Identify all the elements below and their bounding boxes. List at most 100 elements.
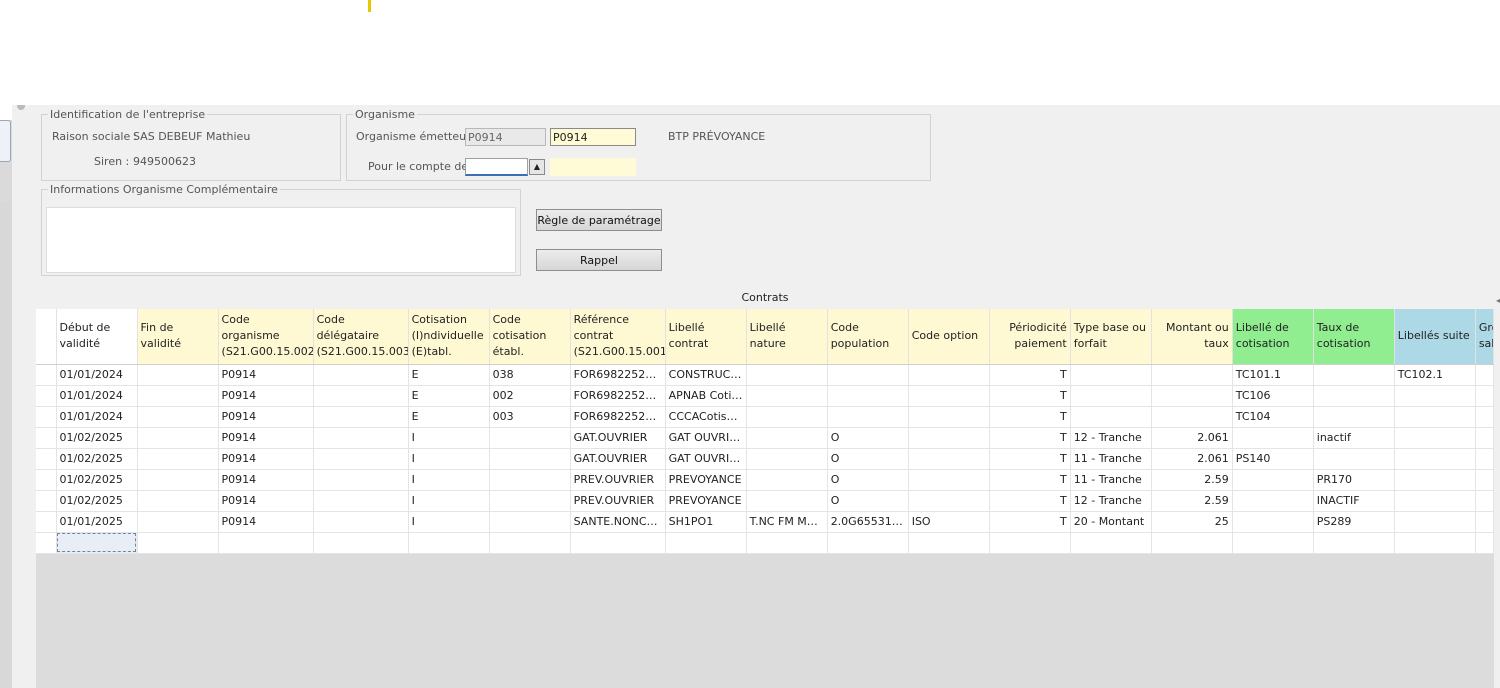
table-cell[interactable] (1313, 448, 1395, 470)
table-cell[interactable] (1475, 468, 1495, 491)
table-cell[interactable]: 2.59 (1151, 490, 1233, 512)
table-cell[interactable] (408, 531, 490, 554)
table-cell[interactable] (1232, 468, 1314, 491)
table-row[interactable]: 01/02/2025 P0914 I PREV.OUVRIER PREVOYANCE O T… (36, 490, 1495, 512)
table-cell[interactable]: 11 - Tranche (1070, 448, 1152, 470)
rappel-button[interactable]: Rappel (536, 249, 662, 271)
table-cell[interactable]: T (989, 468, 1071, 491)
table-cell[interactable] (908, 468, 990, 491)
table-cell[interactable] (1475, 385, 1495, 407)
table-cell[interactable]: T (989, 406, 1071, 428)
table-cell[interactable]: 01/01/2024 (56, 406, 138, 428)
table-cell[interactable] (908, 385, 990, 407)
column-header[interactable]: Fin de validité (137, 309, 219, 365)
table-cell[interactable]: FOR69822521.CONSTRUC (570, 364, 666, 386)
table-cell[interactable] (489, 531, 571, 554)
table-cell[interactable]: PS289 (1313, 510, 1395, 533)
table-cell[interactable] (1475, 406, 1495, 428)
table-cell[interactable]: 11 - Tranche (1070, 468, 1152, 491)
table-cell[interactable]: inactif (1313, 426, 1395, 449)
table-cell[interactable]: I (408, 490, 490, 512)
table-cell[interactable]: TC102.1 (1394, 364, 1476, 386)
column-header[interactable]: Libellés suite (1394, 309, 1476, 365)
table-cell[interactable]: I (408, 426, 490, 449)
table-cell[interactable]: T (989, 385, 1071, 407)
table-cell[interactable]: O (827, 490, 909, 512)
column-header[interactable]: Taux de cotisation (1313, 309, 1395, 365)
table-cell[interactable]: 003 (489, 406, 571, 428)
on-behalf-of-spin-up[interactable]: ▲ (529, 159, 545, 175)
table-cell[interactable]: 12 - Tranche (1070, 426, 1152, 449)
table-cell[interactable]: O (827, 426, 909, 449)
table-cell[interactable] (908, 448, 990, 470)
table-cell[interactable]: FOR69822521.CCCA (570, 406, 666, 428)
table-cell[interactable] (218, 531, 314, 554)
table-cell[interactable] (908, 531, 990, 554)
table-cell[interactable] (137, 364, 219, 386)
table-cell[interactable]: T (989, 364, 1071, 386)
table-cell[interactable]: GAT.OUVRIER (570, 448, 666, 470)
table-cell[interactable] (137, 385, 219, 407)
row-indicator[interactable] (36, 510, 57, 533)
table-cell[interactable]: P0914 (218, 490, 314, 512)
table-cell[interactable] (1232, 531, 1314, 554)
table-cell[interactable] (313, 531, 409, 554)
table-cell[interactable] (1394, 510, 1476, 533)
table-cell[interactable] (989, 531, 1071, 554)
table-cell[interactable]: GAT OUVRIER (665, 448, 747, 470)
table-cell[interactable] (827, 406, 909, 428)
table-cell[interactable]: E (408, 406, 490, 428)
table-cell[interactable] (1313, 406, 1395, 428)
table-cell[interactable]: GAT.OUVRIER (570, 426, 666, 449)
table-cell[interactable]: O (827, 448, 909, 470)
row-indicator[interactable] (36, 490, 57, 512)
table-cell[interactable] (1394, 490, 1476, 512)
table-cell[interactable] (1313, 364, 1395, 386)
table-cell[interactable] (1475, 531, 1495, 554)
table-cell[interactable] (1151, 531, 1233, 554)
table-cell[interactable] (827, 531, 909, 554)
table-cell[interactable] (908, 490, 990, 512)
table-cell[interactable]: 2.0G65531.NC (827, 510, 909, 533)
table-cell[interactable]: 01/02/2025 (56, 448, 138, 470)
table-cell[interactable] (313, 406, 409, 428)
table-cell[interactable]: P0914 (218, 385, 314, 407)
table-cell[interactable] (908, 364, 990, 386)
table-cell[interactable]: E (408, 385, 490, 407)
row-indicator[interactable] (36, 364, 57, 386)
table-cell[interactable] (746, 490, 828, 512)
table-cell[interactable] (489, 510, 571, 533)
table-cell[interactable]: 2.061 (1151, 426, 1233, 449)
column-header[interactable]: Code délégataire (S21.G00.15.003) (313, 309, 409, 365)
on-behalf-of-detail-field[interactable] (550, 158, 636, 176)
table-row[interactable]: 01/02/2025 P0914 I PREV.OUVRIER PREVOYANCE O T… (36, 468, 1495, 491)
table-cell[interactable]: T (989, 448, 1071, 470)
table-cell[interactable] (313, 364, 409, 386)
row-indicator[interactable] (36, 468, 57, 491)
table-row[interactable]: 01/02/2025 P0914 I GAT.OUVRIER GAT OUVRIER O T… (36, 448, 1495, 470)
table-cell[interactable] (1313, 531, 1395, 554)
table-row[interactable]: 01/01/2024 P0914 E002FOR69822521.APNABAPNA… (36, 385, 1495, 407)
table-cell[interactable]: 2.59 (1151, 468, 1233, 491)
table-cell[interactable] (1475, 426, 1495, 449)
table-cell[interactable] (137, 531, 219, 554)
row-indicator[interactable] (36, 385, 57, 407)
table-cell[interactable] (908, 426, 990, 449)
table-cell[interactable]: APNAB Cotisation (665, 385, 747, 407)
table-cell[interactable] (1151, 406, 1233, 428)
table-row[interactable]: 01/01/2025 P0914 I SANTE.NONCADRESH1PO1T.NC… (36, 510, 1495, 533)
table-cell[interactable]: P0914 (218, 510, 314, 533)
table-cell[interactable]: SH1PO1 (665, 510, 747, 533)
table-cell[interactable]: 01/02/2025 (56, 468, 138, 491)
column-header[interactable]: Libellé nature (746, 309, 828, 365)
on-behalf-of-input[interactable] (465, 158, 528, 176)
column-header[interactable]: Montant ou taux (1151, 309, 1233, 365)
table-cell[interactable] (746, 531, 828, 554)
table-cell[interactable] (1070, 406, 1152, 428)
table-cell[interactable]: 01/01/2025 (56, 510, 138, 533)
table-cell[interactable]: 038 (489, 364, 571, 386)
table-cell[interactable]: P0914 (218, 448, 314, 470)
table-cell[interactable]: PREV.OUVRIER (570, 468, 666, 491)
table-cell[interactable] (1475, 448, 1495, 470)
table-cell[interactable]: PREVOYANCE (665, 490, 747, 512)
